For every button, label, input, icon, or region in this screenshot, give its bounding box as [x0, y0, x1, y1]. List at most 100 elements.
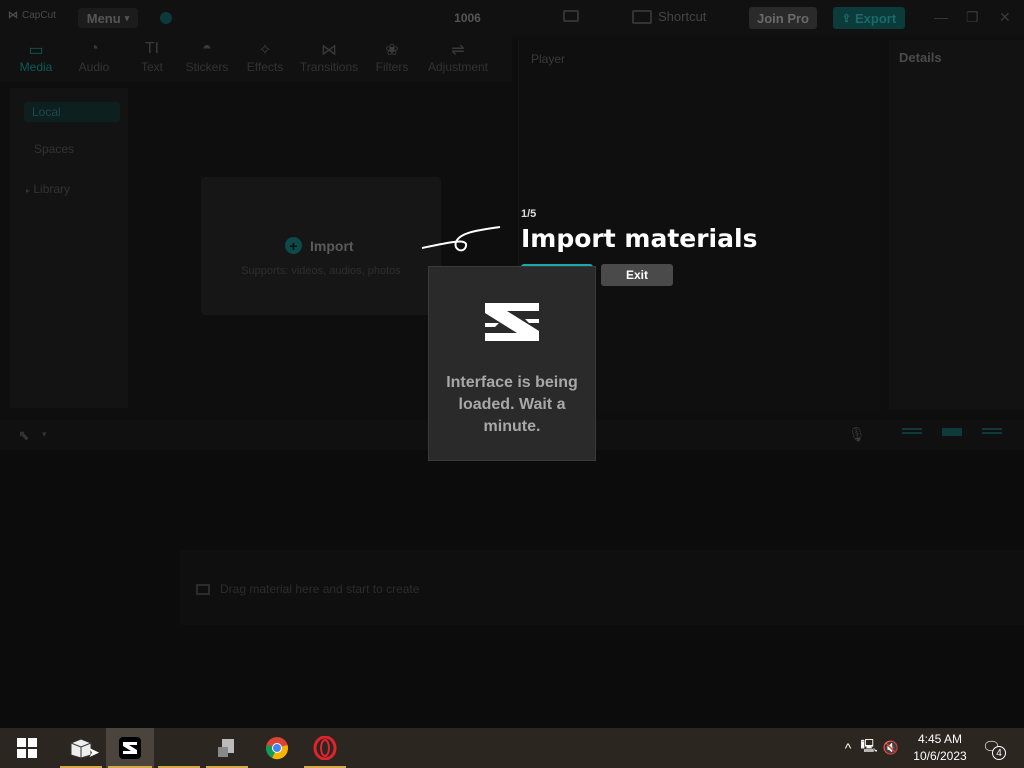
shortcut-label: Shortcut	[658, 9, 707, 24]
export-button[interactable]: ⇪ Export	[833, 7, 905, 29]
filters-icon: ❀	[385, 42, 399, 59]
sidebar-item-local[interactable]: Local	[24, 102, 120, 122]
taskbar-clock[interactable]: 4:45 AM 10/6/2023	[905, 731, 975, 765]
start-button[interactable]	[4, 728, 50, 768]
action-center-button[interactable]: 🗨 4	[982, 738, 1006, 760]
import-supported-formats: Supports: videos, audios, photos	[241, 265, 401, 277]
sidebar-item-spaces[interactable]: Spaces	[34, 142, 74, 156]
guide-title: Import materials	[521, 224, 758, 253]
tab-label: Stickers	[185, 60, 229, 74]
tab-label: Text	[140, 60, 163, 74]
chevron-down-icon[interactable]: ▾	[42, 429, 47, 440]
opera-icon	[313, 736, 337, 760]
guide-exit-button[interactable]: Exit	[601, 264, 673, 286]
audio-icon: ◔	[89, 40, 99, 57]
drag-hint-text: Drag material here and start to create	[220, 582, 420, 596]
tab-transitions[interactable]: ⋈ Transitions	[296, 40, 362, 74]
split-link-icon[interactable]	[982, 428, 1002, 434]
link-icon[interactable]	[902, 428, 922, 434]
tab-label: Adjustment	[427, 60, 489, 74]
app-name: CapCut	[22, 10, 56, 21]
sidebar-item-library[interactable]: ▸ Library	[26, 182, 70, 196]
export-label: Export	[855, 10, 897, 26]
select-cursor-icon[interactable]: ⬉	[18, 427, 30, 444]
taskbar-app-capcut[interactable]	[106, 728, 154, 768]
chevron-up-icon[interactable]: ^	[838, 740, 858, 756]
volume-muted-icon[interactable]: 🔇	[880, 740, 902, 756]
tab-label: Effects	[246, 60, 284, 74]
timeline-drag-hint: Drag material here and start to create	[196, 582, 419, 596]
details-panel: Details	[889, 40, 1024, 410]
tab-label: Audio	[78, 60, 110, 74]
sidebar-item-label: Library	[33, 182, 71, 196]
timeline-panel[interactable]	[0, 450, 1024, 728]
app-logo: ⋈ CapCut	[8, 10, 56, 21]
title-bar: ⋈ CapCut Menu ▾ 1006 Shortcut Join Pro ⇪…	[0, 0, 1024, 36]
stickers-icon: ◓	[202, 40, 212, 57]
shortcut-button[interactable]: Shortcut	[632, 9, 706, 24]
minimize-icon[interactable]: —	[934, 9, 948, 25]
import-button[interactable]: + Import	[285, 237, 354, 254]
loading-dialog: Interface is being loaded. Wait a minute…	[428, 266, 596, 461]
mouse-cursor-icon: ➤	[88, 744, 100, 760]
network-icon[interactable]: 🖳	[858, 737, 880, 759]
close-icon[interactable]: ✕	[999, 9, 1011, 26]
tab-filters[interactable]: ❀ Filters	[370, 40, 414, 74]
effects-icon: ✧	[258, 42, 272, 59]
chevron-down-icon: ▾	[124, 12, 130, 23]
tab-label: Filters	[375, 60, 409, 74]
windows-taskbar: ➤ ^ 🖳 🔇 4:45 AM 10/6/2023 🗨 4	[0, 728, 1024, 768]
windows-logo-icon	[17, 738, 37, 758]
notification-badge: 4	[992, 746, 1006, 760]
capcut-logo-icon: ⋈	[8, 10, 18, 21]
maximize-icon[interactable]: ❐	[966, 9, 979, 26]
capcut-logo-icon	[485, 303, 539, 341]
tab-label: Media	[19, 60, 53, 74]
installer-icon	[218, 739, 234, 757]
capcut-logo-icon	[119, 737, 141, 759]
import-label: Import	[310, 237, 354, 254]
taskbar-app-blank[interactable]	[156, 728, 202, 768]
export-icon: ⇪	[841, 12, 852, 25]
transitions-icon: ⋈	[321, 42, 337, 59]
sync-status-icon[interactable]	[160, 12, 172, 24]
tab-media[interactable]: ▭ Media	[14, 40, 58, 74]
sidebar-item-label: Spaces	[34, 142, 75, 156]
text-icon: TI	[144, 40, 160, 57]
clock-time: 4:45 AM	[917, 732, 963, 746]
menu-button[interactable]: Menu ▾	[78, 8, 138, 28]
menu-label: Menu	[86, 10, 121, 26]
microphone-icon[interactable]: 🎙	[848, 426, 866, 443]
join-pro-button[interactable]: Join Pro	[749, 7, 817, 29]
media-icon: ▭	[28, 42, 44, 59]
adjustment-icon: ⇌	[451, 42, 465, 59]
project-title[interactable]: 1006	[440, 11, 495, 25]
film-icon	[196, 583, 210, 595]
tab-text[interactable]: TI Text	[130, 40, 174, 74]
tab-label: Transitions	[299, 60, 359, 74]
system-tray: ^ 🖳 🔇	[838, 728, 902, 768]
taskbar-app-chrome[interactable]	[254, 728, 300, 768]
chevron-right-icon: ▸	[26, 186, 31, 195]
media-toolbar: ▭ Media ◔ Audio TI Text ◓ Stickers ✧ Eff…	[0, 36, 512, 82]
tab-effects[interactable]: ✧ Effects	[242, 40, 288, 74]
magnet-icon[interactable]	[942, 428, 962, 436]
tab-adjustment[interactable]: ⇌ Adjustment	[422, 40, 494, 74]
details-title: Details	[899, 50, 942, 65]
tab-stickers[interactable]: ◓ Stickers	[182, 40, 232, 74]
taskbar-app-opera[interactable]	[302, 728, 348, 768]
keyboard-icon	[632, 9, 652, 24]
taskbar-app-installer[interactable]	[204, 728, 250, 768]
chrome-icon	[266, 737, 288, 760]
guide-arrow	[421, 226, 501, 252]
sidebar-item-label: Local	[32, 105, 61, 119]
tab-audio[interactable]: ◔ Audio	[72, 40, 116, 74]
guide-step-counter: 1/5	[521, 208, 537, 220]
import-dropzone[interactable]: + Import Supports: videos, audios, photo…	[201, 177, 441, 315]
taskbar-app-package[interactable]: ➤	[58, 728, 104, 768]
plus-icon: +	[285, 237, 302, 254]
layout-icon[interactable]	[563, 10, 579, 22]
capcut-window: ⋈ CapCut Menu ▾ 1006 Shortcut Join Pro ⇪…	[0, 0, 1024, 728]
media-sidebar: Local Spaces ▸ Library	[10, 88, 128, 408]
clock-date: 10/6/2023	[913, 749, 967, 763]
